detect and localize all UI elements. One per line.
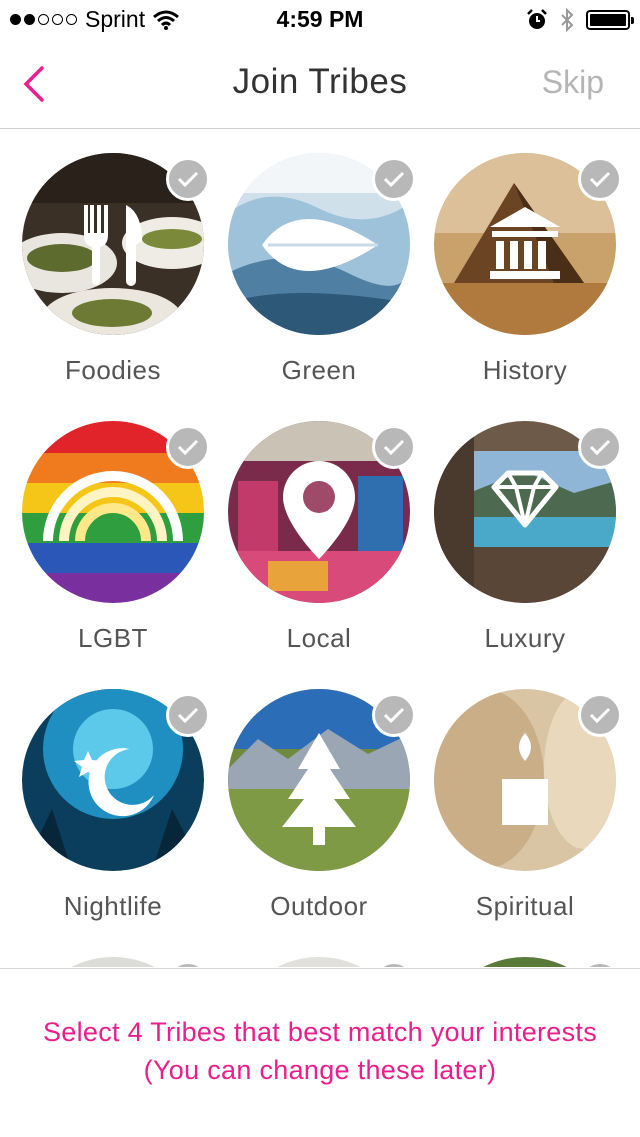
tribe-tile-green[interactable]: Green	[216, 129, 422, 389]
skip-button[interactable]: Skip	[542, 64, 604, 101]
tribe-tile-luxury[interactable]: Luxury	[422, 397, 628, 657]
status-bar: Sprint 4:59 PM	[0, 0, 640, 40]
tribe-label: Foodies	[65, 355, 161, 385]
bluetooth-icon	[561, 8, 574, 32]
tribe-label: Outdoor	[270, 891, 368, 921]
checkmark-icon	[372, 425, 416, 469]
tribe-label: Green	[281, 355, 357, 385]
checkmark-icon	[578, 157, 622, 201]
tribes-grid: Foodies Green History LGBT Local Luxury …	[0, 129, 640, 967]
tribe-label: Nightlife	[63, 891, 163, 921]
instruction-footer: Select 4 Tribes that best match your int…	[0, 968, 640, 1137]
tribe-tile-history[interactable]: History	[422, 129, 628, 389]
checkmark-icon	[372, 157, 416, 201]
tribe-label: LGBT	[78, 623, 148, 653]
tribe-tile-partial[interactable]	[422, 933, 628, 967]
tribe-tile-spiritual[interactable]: Spiritual	[422, 665, 628, 925]
navigation-bar: Join Tribes Skip	[0, 40, 640, 129]
checkmark-icon	[166, 693, 210, 737]
status-right	[526, 8, 634, 32]
checkmark-icon	[166, 425, 210, 469]
checkmark-icon	[578, 961, 622, 967]
checkmark-icon	[372, 961, 416, 967]
checkmark-icon	[372, 693, 416, 737]
tribe-label: History	[482, 355, 568, 385]
tribe-tile-partial[interactable]	[10, 933, 216, 967]
tribe-label: Luxury	[484, 623, 566, 653]
tribe-tile-partial[interactable]	[216, 933, 422, 967]
tribe-tile-local[interactable]: Local	[216, 397, 422, 657]
tribe-tile-outdoor[interactable]: Outdoor	[216, 665, 422, 925]
checkmark-icon	[578, 425, 622, 469]
tribe-label: Spiritual	[475, 891, 575, 921]
battery-icon	[586, 10, 634, 30]
tribe-label: Local	[286, 623, 352, 653]
alarm-clock-icon	[527, 9, 547, 29]
tribe-tile-lgbt[interactable]: LGBT	[10, 397, 216, 657]
instruction-text: Select 4 Tribes that best match your int…	[42, 1017, 598, 1085]
tribe-tile-foodies[interactable]: Foodies	[10, 129, 216, 389]
checkmark-icon	[578, 693, 622, 737]
checkmark-icon	[166, 157, 210, 201]
checkmark-icon	[166, 961, 210, 967]
tribe-tile-nightlife[interactable]: Nightlife	[10, 665, 216, 925]
